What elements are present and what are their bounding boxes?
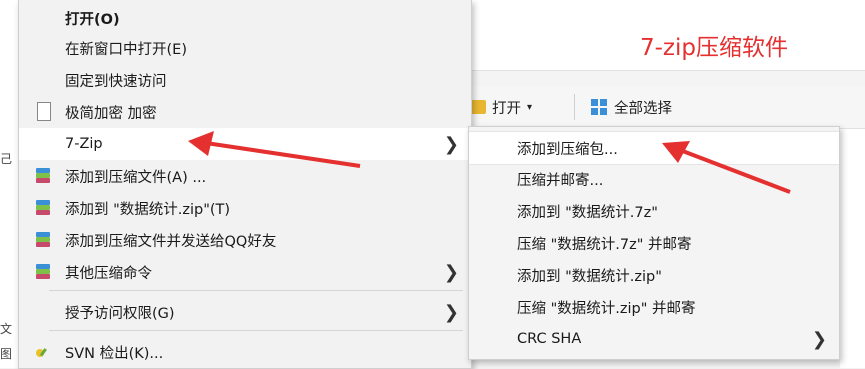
annotation-caption: 7-zip压缩软件 <box>640 35 788 61</box>
chevron-down-icon: ▾ <box>527 101 533 113</box>
menu-item-label: 打开(O) <box>65 11 120 28</box>
menu-item-label: 添加到 "数据统计.7z" <box>517 204 658 221</box>
menu-item-label: 压缩并邮寄... <box>517 172 604 189</box>
menu-item-label: 压缩 "数据统计.zip" 并邮寄 <box>517 300 696 317</box>
archive-icon <box>36 232 50 248</box>
document-icon <box>37 102 51 121</box>
select-all-icon <box>590 98 608 116</box>
submenu-item-compress-email[interactable]: 压缩并邮寄... <box>469 163 839 195</box>
menu-item-other-compress[interactable]: 其他压缩命令 ❯ <box>19 256 471 288</box>
menu-item-label: 添加到压缩文件并发送给QQ好友 <box>65 233 277 250</box>
menu-item-add-to-zip[interactable]: 添加到 "数据统计.zip"(T) <box>19 192 471 224</box>
submenu-item-add-7z[interactable]: 添加到 "数据统计.7z" <box>469 195 839 227</box>
menu-item-label: 添加到 "数据统计.zip"(T) <box>65 201 231 218</box>
menu-item-pin-quick-access[interactable]: 固定到快速访问 <box>19 64 471 96</box>
menu-item-add-and-send-qq[interactable]: 添加到压缩文件并发送给QQ好友 <box>19 224 471 256</box>
chevron-right-icon: ❯ <box>443 134 459 155</box>
menu-item-label: 添加到 "数据统计.zip" <box>517 268 662 285</box>
menu-item-svn-checkout[interactable]: SVN 检出(K)... <box>19 336 471 368</box>
ribbon-select-all-label: 全部选择 <box>614 100 672 117</box>
svn-icon <box>35 344 51 360</box>
menu-item-label: 7-Zip <box>65 136 103 152</box>
menu-item-label: SVN 检出(K)... <box>65 345 164 362</box>
menu-item-open-new-window[interactable]: 在新窗口中打开(E) <box>19 32 471 64</box>
menu-separator <box>49 330 463 331</box>
menu-item-label: 授予访问权限(G) <box>65 305 175 322</box>
explorer-left-pane: 己 文 图 <box>0 0 18 368</box>
archive-icon <box>36 264 50 280</box>
chevron-right-icon: ❯ <box>443 302 459 323</box>
ribbon-divider <box>574 94 575 120</box>
submenu-item-compress-zip-email[interactable]: 压缩 "数据统计.zip" 并邮寄 <box>469 291 839 323</box>
submenu-item-crc-sha[interactable]: CRC SHA ❯ <box>469 323 839 355</box>
menu-item-add-to-archive[interactable]: 添加到压缩文件(A) ... <box>19 160 471 192</box>
chevron-right-icon: ❯ <box>811 329 827 350</box>
menu-item-label: 添加到压缩文件(A) ... <box>65 169 207 186</box>
submenu-item-compress-7z-email[interactable]: 压缩 "数据统计.7z" 并邮寄 <box>469 227 839 259</box>
submenu-item-add-zip[interactable]: 添加到 "数据统计.zip" <box>469 259 839 291</box>
menu-item-label: CRC SHA <box>517 331 582 347</box>
left-pane-fragment: 图 <box>0 347 13 361</box>
menu-item-label: 在新窗口中打开(E) <box>65 41 187 58</box>
menu-item-label: 固定到快速访问 <box>65 73 167 90</box>
chevron-right-icon: ❯ <box>443 262 459 283</box>
menu-item-encrypt[interactable]: 极简加密 加密 <box>19 96 471 128</box>
menu-item-label: 其他压缩命令 <box>65 265 152 282</box>
menu-item-7zip[interactable]: 7-Zip ❯ <box>19 128 471 160</box>
context-menu: 打开(O) 在新窗口中打开(E) 固定到快速访问 极简加密 加密 7-Zip ❯… <box>18 0 472 369</box>
submenu-item-add-to-archive[interactable]: 添加到压缩包... <box>469 131 839 165</box>
archive-icon <box>36 200 50 216</box>
menu-item-label: 压缩 "数据统计.7z" 并邮寄 <box>517 236 692 253</box>
ribbon-select-all-button[interactable]: 全部选择 <box>590 92 672 122</box>
ribbon-open-label: 打开 <box>492 100 521 117</box>
menu-item-grant-access[interactable]: 授予访问权限(G) ❯ <box>19 296 471 328</box>
folder-open-icon <box>470 100 486 114</box>
menu-separator <box>49 290 463 291</box>
7zip-submenu: 添加到压缩包... 压缩并邮寄... 添加到 "数据统计.7z" 压缩 "数据统… <box>468 126 840 360</box>
explorer-file-list <box>840 128 865 368</box>
ribbon-open-button[interactable]: 打开 ▾ <box>470 92 532 122</box>
left-pane-fragment: 文 <box>0 322 13 336</box>
menu-item-open[interactable]: 打开(O) <box>19 2 471 34</box>
menu-item-label: 添加到压缩包... <box>517 141 618 158</box>
menu-item-label: 极简加密 加密 <box>65 105 157 122</box>
left-pane-fragment: 己 <box>0 152 13 166</box>
archive-icon <box>36 168 50 184</box>
